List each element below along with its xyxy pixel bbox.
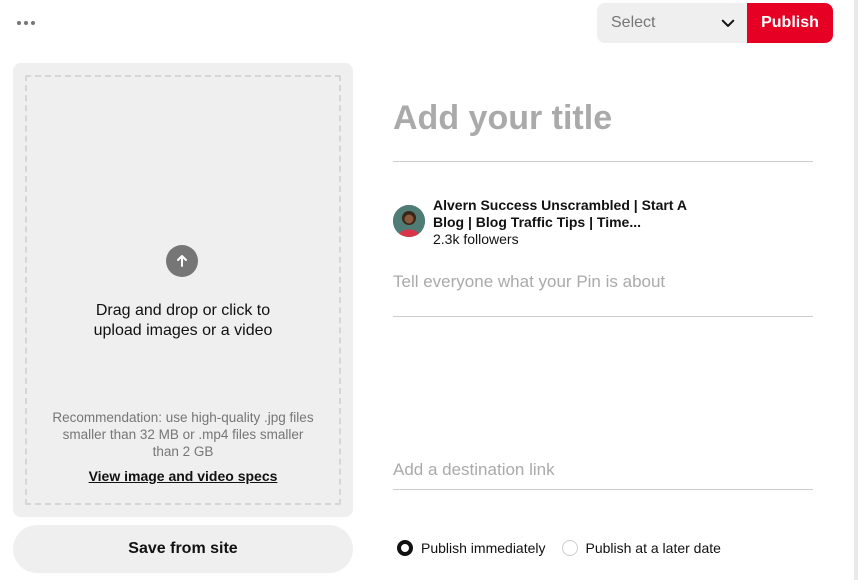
save-from-site-button[interactable]: Save from site [13,525,353,573]
ellipsis-icon-dot [24,21,28,25]
account-name: Alvern Success Unscrambled | Start A Blo… [433,197,733,231]
arrow-up-icon [177,255,187,267]
destination-link-input[interactable]: Add a destination link [393,460,813,480]
account-name-line2: Blog | Blog Traffic Tips | Time... [433,214,642,230]
board-select-label: Select [611,14,656,31]
upload-recommendation: Recommendation: use high-quality .jpg fi… [52,410,314,459]
ellipsis-icon-dot [31,21,35,25]
board-select-dropdown[interactable]: Select [597,3,747,43]
title-divider [393,161,813,162]
link-divider [393,489,813,490]
view-specs-link[interactable]: View image and video specs [13,468,353,484]
publish-timing-options: Publish immediately Publish at a later d… [397,540,737,556]
account-name-line1: Alvern Success Unscrambled | Start A [433,197,687,213]
upload-instructions[interactable]: Drag and drop or click to upload images … [13,301,353,341]
upload-instruction-line2: upload images or a video [93,322,273,339]
avatar [393,205,425,237]
arrow-up-circle-icon[interactable] [166,245,198,277]
upload-instruction-line1: Drag and drop or click to [95,302,271,319]
publish-later-label: Publish at a later date [585,540,721,556]
more-options-button[interactable] [14,12,38,34]
description-divider [393,316,813,317]
upload-panel: Drag and drop or click to upload images … [13,63,353,517]
description-input[interactable]: Tell everyone what your Pin is about [393,272,813,292]
follower-count: 2.3k followers [433,231,519,247]
title-input[interactable]: Add your title [393,94,813,142]
publish-immediately-label: Publish immediately [421,540,546,556]
scrollbar-track[interactable] [854,0,858,580]
publish-button[interactable]: Publish [747,3,833,43]
ellipsis-icon [17,21,21,25]
chevron-down-icon [721,19,735,27]
publish-immediately-option[interactable]: Publish immediately [397,540,546,556]
radio-checked-icon[interactable] [397,540,413,556]
publish-later-option[interactable]: Publish at a later date [561,540,721,556]
pin-builder: Select Publish Drag and drop or click to… [0,0,858,580]
avatar-image [393,205,425,237]
radio-unchecked-icon[interactable] [561,540,578,556]
